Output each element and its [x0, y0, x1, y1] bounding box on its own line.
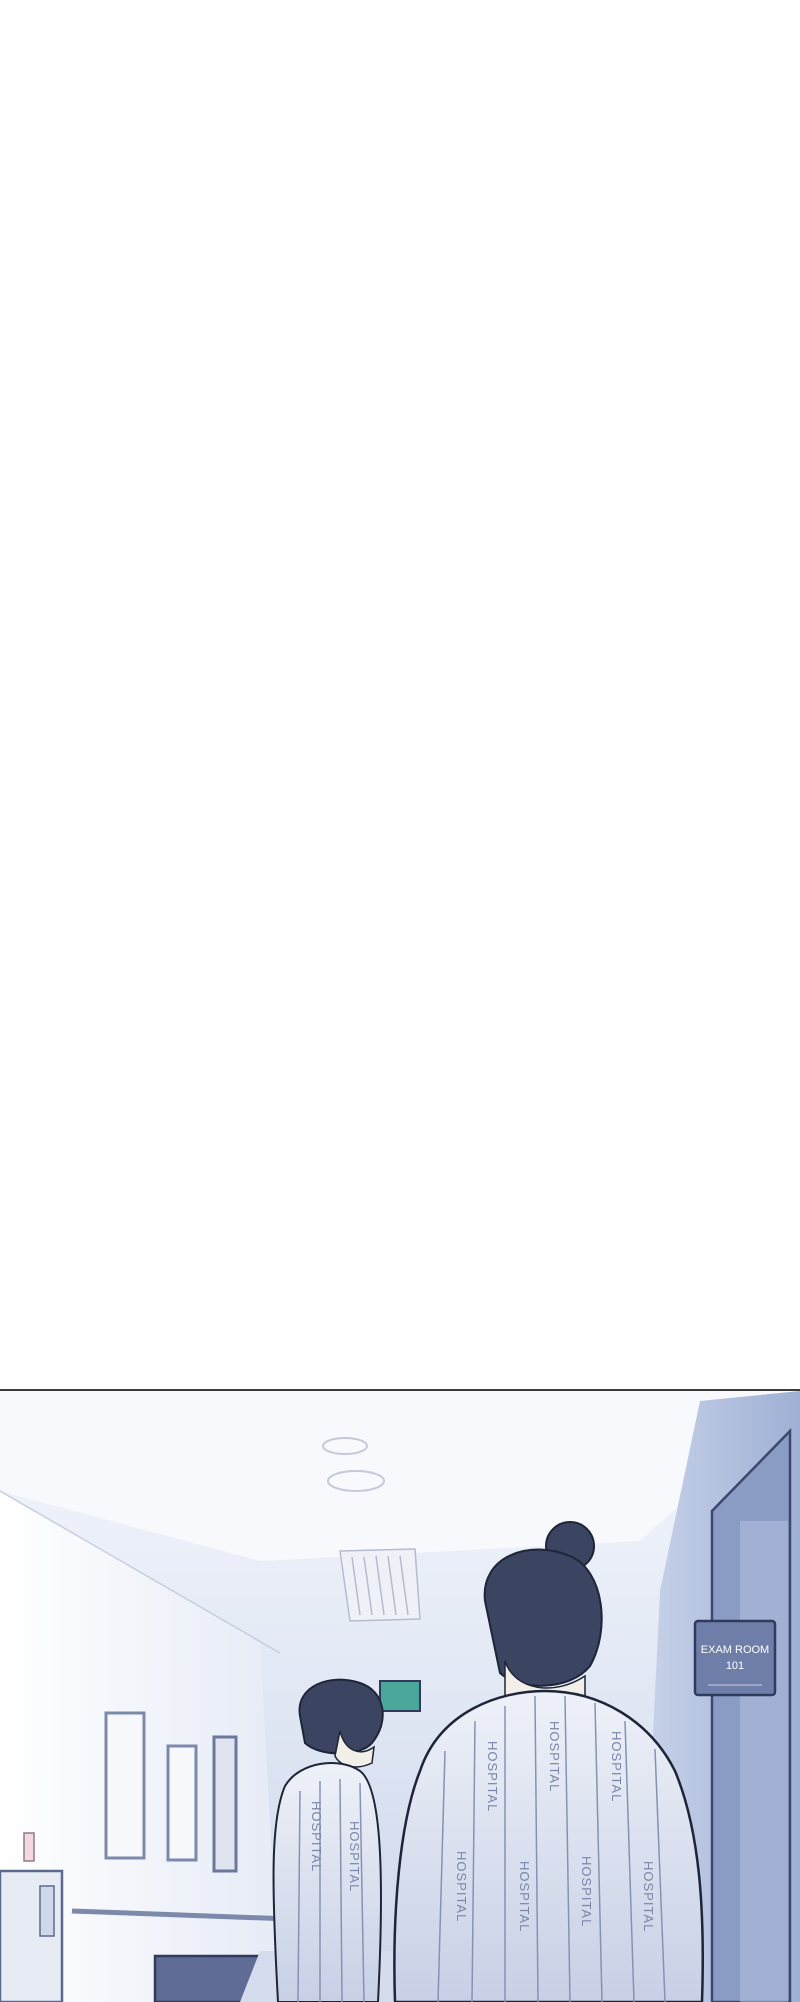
picture-frame [166, 1744, 198, 1862]
door-sign [693, 1619, 777, 1697]
gown-print: HOSPITAL [485, 1741, 500, 1812]
hair-large [483, 1548, 603, 1687]
door-sign-line2: 101 [726, 1660, 744, 1672]
exit-sign [379, 1680, 421, 1712]
gown-print: HOSPITAL [547, 1721, 562, 1792]
gown-print: HOSPITAL [609, 1731, 624, 1802]
gown-print: HOSPITAL [347, 1821, 362, 1892]
picture-frame [104, 1711, 146, 1860]
blank-gutter [0, 0, 800, 1389]
corridor-illustration: EXAM ROOM 101 HOSPITAL HOSPITAL HOSPITAL… [0, 1391, 800, 2002]
gown-print: HOSPITAL [309, 1801, 324, 1872]
gown-small [272, 1762, 382, 2002]
comic-panel-hospital-corridor: EXAM ROOM 101 HOSPITAL HOSPITAL HOSPITAL… [0, 1389, 800, 2002]
patient-figure-small [272, 1678, 384, 2002]
gown-print: HOSPITAL [579, 1856, 594, 1927]
gown-print: HOSPITAL [454, 1851, 469, 1922]
gown-print: HOSPITAL [517, 1861, 532, 1932]
door-sign-line1: EXAM ROOM [701, 1644, 769, 1656]
door-frame [212, 1735, 238, 1873]
gown-print: HOSPITAL [641, 1861, 656, 1932]
wall-switch [23, 1832, 35, 1862]
